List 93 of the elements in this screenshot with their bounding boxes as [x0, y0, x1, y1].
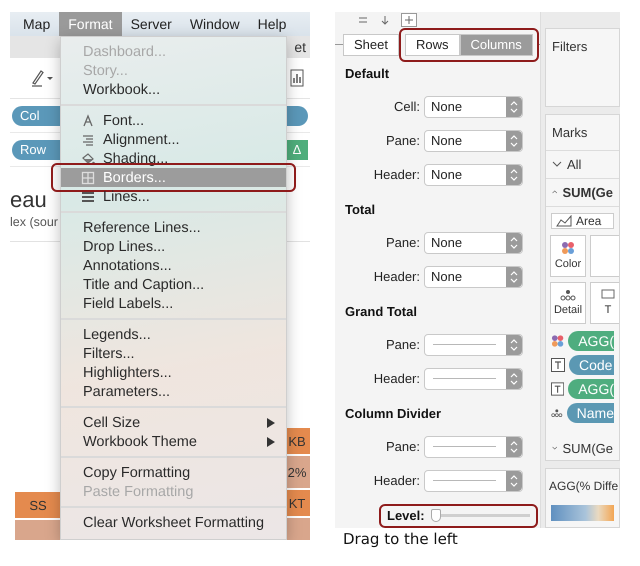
text-icon	[551, 358, 565, 372]
detail-icon	[560, 289, 576, 302]
menu-item[interactable]: Legends...	[61, 325, 286, 344]
tab[interactable]: Rows	[404, 34, 460, 56]
color-button[interactable]: Color	[550, 234, 586, 277]
chevron-down-icon	[552, 444, 558, 452]
card-title: Marks	[546, 114, 619, 151]
up-down-arrows-icon	[510, 270, 518, 283]
paint-bucket-icon	[81, 152, 95, 166]
menu-item[interactable]: Title and Caption...	[61, 275, 286, 294]
field-label: Pane:	[385, 439, 421, 454]
tab-label[interactable]: et	[294, 39, 306, 55]
chevron-down-icon	[552, 160, 562, 168]
menu-item[interactable]: Highlighters...	[61, 363, 286, 382]
menu-title[interactable]: Server	[122, 12, 181, 36]
field-label: Pane:	[385, 235, 421, 250]
mark-type-dropdown[interactable]: Area	[551, 212, 614, 229]
menu-title[interactable]: Help	[248, 12, 296, 36]
section-title: Column Divider	[344, 406, 442, 421]
align-icon	[81, 132, 95, 146]
text-icon	[551, 382, 564, 396]
menu-item[interactable]: Drop Lines...	[61, 237, 286, 256]
menu-item[interactable]: Filters...	[61, 344, 286, 363]
up-down-arrows-icon	[510, 474, 518, 487]
dropdown[interactable]	[424, 436, 523, 458]
dropdown[interactable]	[424, 470, 523, 492]
dropdown[interactable]: None	[424, 266, 523, 288]
size-button[interactable]	[590, 234, 619, 277]
field-label: Header:	[372, 167, 421, 182]
pencil-icon[interactable]	[30, 69, 54, 87]
menu-title[interactable]: Window	[180, 12, 249, 36]
color-gradient	[551, 505, 614, 522]
up-down-arrows-icon	[510, 372, 518, 385]
tooltip-icon	[601, 289, 615, 302]
dropdown[interactable]: None	[424, 130, 523, 152]
up-down-arrows-icon	[510, 338, 518, 351]
menu-item[interactable]: Lines...	[61, 187, 286, 206]
dropdown[interactable]: None	[424, 96, 523, 118]
slider-label: Level:	[387, 508, 425, 524]
chart-icon[interactable]	[290, 69, 304, 87]
up-down-arrows-icon	[510, 168, 518, 181]
section-title: Grand Total	[344, 304, 418, 319]
sheet-title: eau	[10, 187, 47, 213]
section-title: Default	[344, 66, 390, 81]
field-label: Header:	[372, 473, 421, 488]
field-label: Header:	[372, 269, 421, 284]
marks-layer[interactable]: SUM(Ge	[546, 178, 619, 207]
menu-item[interactable]: Shading...	[61, 149, 286, 168]
field-label: Pane:	[385, 337, 421, 352]
lines-icon	[81, 190, 95, 204]
dropdown[interactable]	[424, 334, 523, 356]
menu-item[interactable]: Field Labels...	[61, 294, 286, 313]
table-cell: SS	[15, 492, 61, 518]
dropdown[interactable]: None	[424, 232, 523, 254]
up-down-arrows-icon	[510, 236, 518, 249]
menu-item[interactable]: Cell Size	[61, 413, 286, 432]
table-cell	[15, 520, 61, 540]
card-title: Filters	[551, 38, 588, 56]
tab[interactable]: Sheet	[343, 34, 399, 56]
field-label: Header:	[372, 371, 421, 386]
menu-item[interactable]: Font...	[61, 111, 286, 130]
detail-icon	[551, 406, 563, 419]
up-down-arrows-icon	[510, 100, 518, 113]
detail-button[interactable]: Detail	[550, 282, 586, 324]
legend-title: AGG(% Diffe	[548, 478, 619, 496]
menu-item[interactable]: Parameters...	[61, 382, 286, 401]
dropdown[interactable]	[424, 368, 523, 390]
menu-item[interactable]: Workbook...	[61, 80, 286, 99]
marks-layer[interactable]: All	[546, 150, 619, 179]
menu-title[interactable]: Map	[14, 12, 60, 36]
dropdown[interactable]: None	[424, 164, 523, 186]
marks-layer[interactable]: SUM(Ge	[546, 424, 619, 460]
menu-item[interactable]: Annotations...	[61, 256, 286, 275]
section-title: Total	[344, 202, 376, 217]
menu-item[interactable]: Copy Formatting	[61, 463, 286, 482]
color-dots-icon	[551, 334, 564, 348]
chevron-up-icon	[552, 188, 558, 196]
menu-item[interactable]: Reference Lines...	[61, 218, 286, 237]
menu-item[interactable]: Workbook Theme	[61, 432, 286, 451]
sheet-subtitle: lex (sour	[10, 215, 58, 229]
color-dots-icon	[561, 241, 575, 256]
level-slider[interactable]	[430, 508, 530, 523]
field-label: Pane:	[385, 133, 421, 148]
up-down-arrows-icon	[510, 440, 518, 453]
area-chart-icon	[556, 214, 572, 227]
caption: Drag to the left	[343, 530, 459, 548]
slider-thumb[interactable]	[430, 508, 441, 522]
field-label: Cell:	[392, 99, 421, 114]
up-down-arrows-icon	[510, 134, 518, 147]
menu-item[interactable]: Alignment...	[61, 130, 286, 149]
tooltip-button[interactable]: T	[590, 282, 619, 324]
menu-item[interactable]: Clear Worksheet Formatting	[61, 513, 286, 532]
font-icon	[81, 114, 95, 128]
